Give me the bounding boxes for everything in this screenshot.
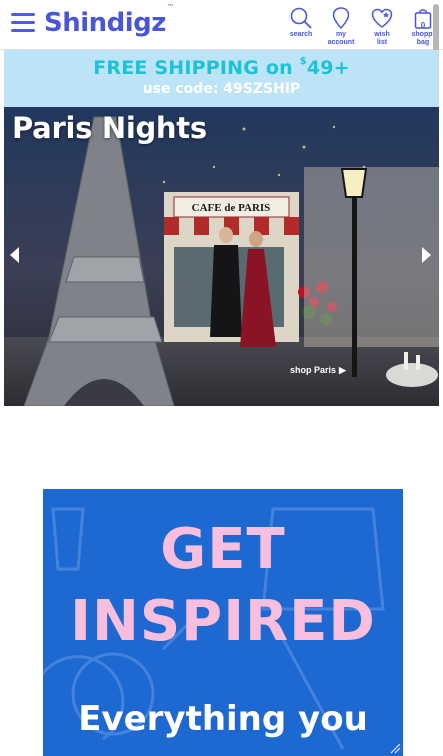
search-icon [290,7,312,29]
search-button[interactable]: search [281,6,321,46]
hamburger-menu-icon[interactable] [11,13,35,35]
shop-paris-label: shop Paris [290,365,337,375]
site-header: Shindigz™ search my account wish list 0 … [0,0,443,50]
my-account-button[interactable]: my account [321,6,361,46]
promo-headline-text: FREE SHIPPING on [93,57,300,79]
get-inspired-ad[interactable]: GET INSPIRED Everything you [43,489,403,756]
free-shipping-banner[interactable]: FREE SHIPPING on $49+ use code: 49SZSHIP [4,50,439,107]
carousel-prev-arrow-icon[interactable] [8,246,24,266]
search-label: search [289,31,313,38]
carousel-next-arrow-icon[interactable] [419,246,435,266]
cafe-sign-text: CAFE de PARIS [192,202,271,214]
ad-subline: Everything you [78,699,368,739]
logo-trademark: ™ [166,3,174,12]
account-label-line1: my [335,31,347,38]
promo-currency: $ [299,55,307,67]
play-triangle-icon: ▶ [339,365,346,375]
wish-list-button[interactable]: wish list [362,6,402,46]
promo-amount: 49+ [306,57,350,79]
resize-grip-icon[interactable] [389,742,401,754]
promo-headline: FREE SHIPPING on $49+ [4,55,439,79]
promo-code: use code: 49SZSHIP [142,81,301,97]
account-pin-icon [332,7,350,30]
hero-title: Paris Nights [12,111,207,145]
shop-paris-link[interactable]: shop Paris ▶ [290,365,346,376]
ad-headline-line1: GET [160,517,286,582]
shindigz-logo[interactable]: Shindigz™ [44,3,174,38]
account-label-line2: account [327,39,355,46]
ad-headline-line2: INSPIRED [70,589,376,654]
wishlist-label-line1: wish [374,31,390,38]
heart-icon [371,8,393,28]
paris-scene-illustration: CAFE de PARIS [4,107,439,406]
hero-carousel[interactable]: CAFE de PARIS Paris Nights shop Paris ▶ [4,107,439,406]
wishlist-label-line2: list [376,39,388,46]
logo-text: Shindigz [44,8,166,38]
